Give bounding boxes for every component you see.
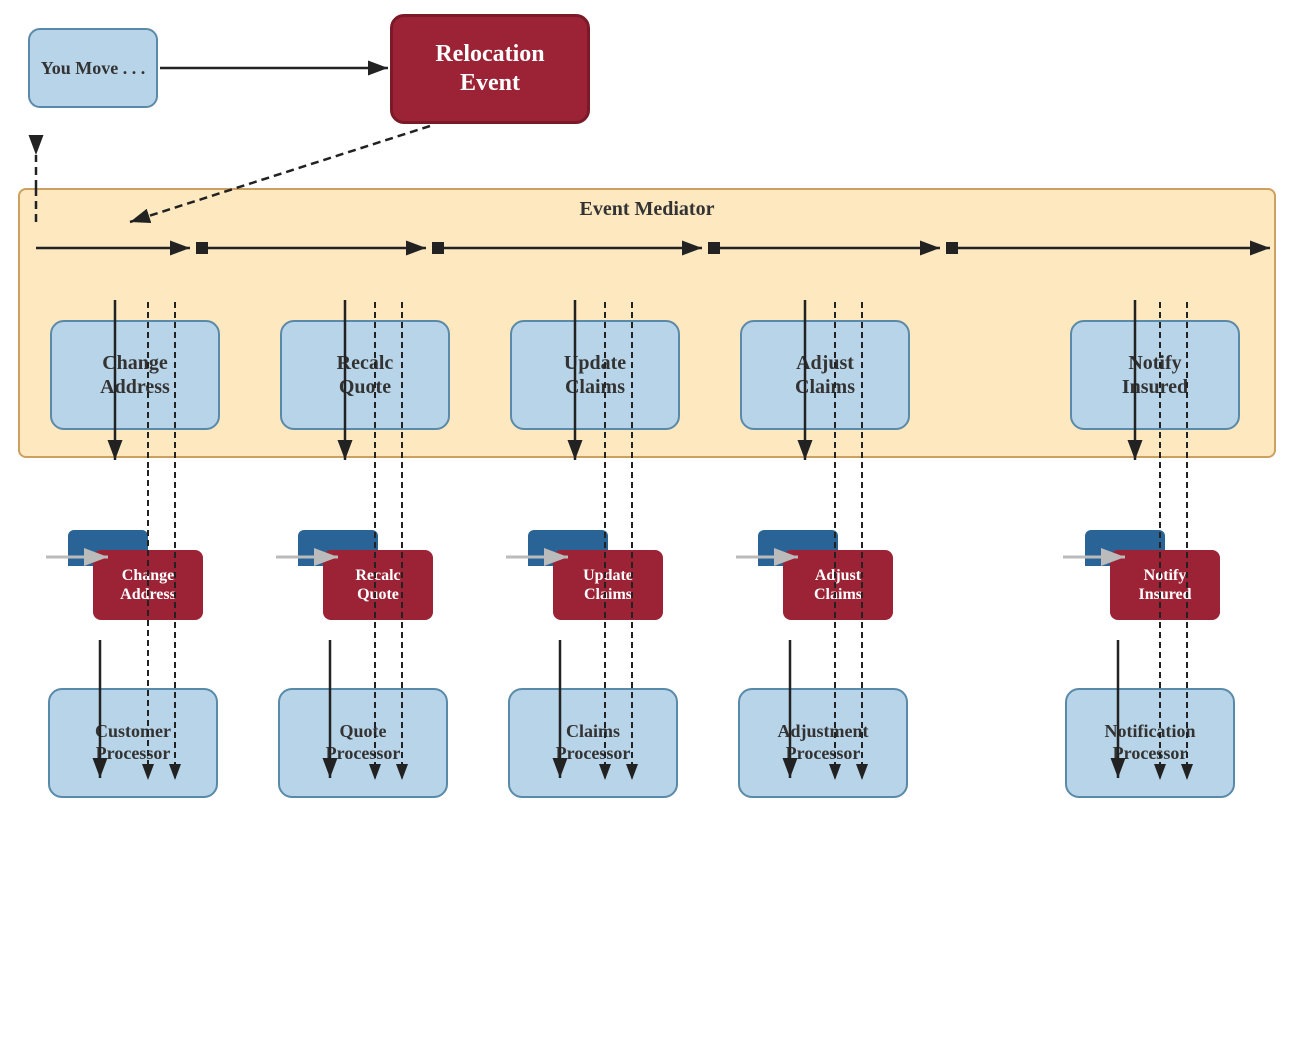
mediator-recalc-quote-label: RecalcQuote: [337, 351, 394, 399]
service-group-adjust-claims: AdjustClaims AdjustmentProcessor: [738, 530, 908, 798]
mediator-change-address: ChangeAddress: [50, 320, 220, 430]
recalc-quote-msg-box: RecalcQuote: [323, 550, 433, 620]
mediator-recalc-quote: RecalcQuote: [280, 320, 450, 430]
customer-processor-box: CustomerProcessor: [48, 688, 218, 798]
event-mediator-label: Event Mediator: [20, 198, 1274, 221]
event-mediator-container: Event Mediator ChangeAddress RecalcQuote…: [18, 188, 1276, 458]
arrows-overlay: [0, 0, 1295, 1053]
mediator-notify-insured-label: NotifyInsured: [1122, 351, 1188, 399]
mediator-adjust-claims-label: AdjustClaims: [795, 351, 855, 399]
mediator-update-claims: UpdateClaims: [510, 320, 680, 430]
mediator-adjust-claims: AdjustClaims: [740, 320, 910, 430]
service-group-notify-insured: NotifyInsured NotificationProcessor: [1065, 530, 1235, 798]
claims-processor-box: ClaimsProcessor: [508, 688, 678, 798]
recalc-quote-service-icon: RecalcQuote: [288, 530, 438, 620]
change-address-msg-box: ChangeAddress: [93, 550, 203, 620]
adjust-claims-service-icon: AdjustClaims: [748, 530, 898, 620]
update-claims-service-icon: UpdateClaims: [518, 530, 668, 620]
update-claims-msg-box: UpdateClaims: [553, 550, 663, 620]
service-group-recalc-quote: RecalcQuote QuoteProcessor: [278, 530, 448, 798]
relocation-event-label: RelocationEvent: [435, 40, 544, 98]
quote-processor-box: QuoteProcessor: [278, 688, 448, 798]
diagram-container: You Move . . . RelocationEvent Event Med…: [0, 0, 1295, 1053]
notification-processor-box: NotificationProcessor: [1065, 688, 1235, 798]
you-move-box: You Move . . .: [28, 28, 158, 108]
mediator-notify-insured: NotifyInsured: [1070, 320, 1240, 430]
notify-insured-msg-box: NotifyInsured: [1110, 550, 1220, 620]
service-group-change-address: ChangeAddress CustomerProcessor: [48, 530, 218, 798]
mediator-change-address-label: ChangeAddress: [100, 351, 170, 399]
relocation-event-box: RelocationEvent: [390, 14, 590, 124]
service-group-update-claims: UpdateClaims ClaimsProcessor: [508, 530, 678, 798]
change-address-service-icon: ChangeAddress: [58, 530, 208, 620]
notify-insured-service-icon: NotifyInsured: [1075, 530, 1225, 620]
adjustment-processor-box: AdjustmentProcessor: [738, 688, 908, 798]
adjust-claims-msg-box: AdjustClaims: [783, 550, 893, 620]
mediator-update-claims-label: UpdateClaims: [564, 351, 626, 399]
you-move-label: You Move . . .: [41, 58, 146, 79]
